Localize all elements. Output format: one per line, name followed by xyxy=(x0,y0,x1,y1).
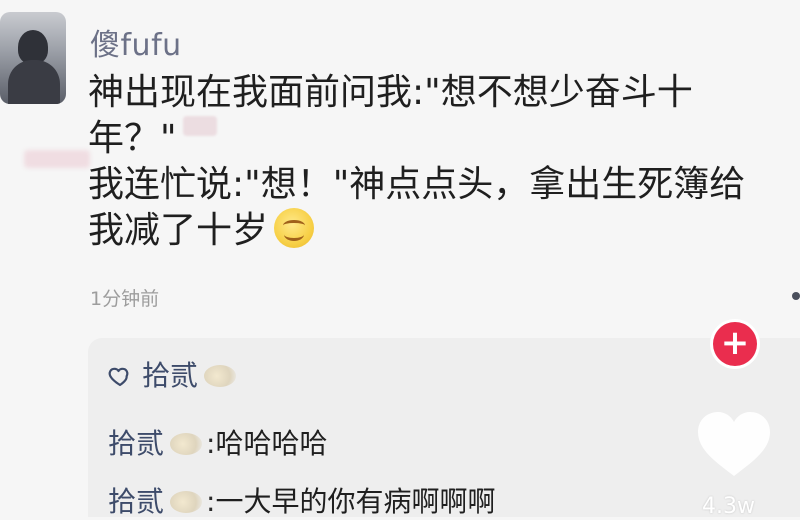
post-content-line-2: 年？" xyxy=(88,116,748,162)
post-content-line-1: 神出现在我面前问我:"想不想少奋斗十 xyxy=(88,72,693,113)
more-dot-icon[interactable] xyxy=(792,292,800,300)
reply-author[interactable]: 拾贰 xyxy=(108,485,164,518)
post-card: 傻fufu 神出现在我面前问我:"想不想少奋斗十 年？" 我连忙说:"想！"神点… xyxy=(0,0,800,520)
like-count: 4.3w xyxy=(702,494,755,519)
avatar-body xyxy=(8,60,60,104)
badge-icon xyxy=(170,433,203,455)
like-heart-icon[interactable] xyxy=(694,410,774,480)
badge-icon xyxy=(170,491,203,513)
reply-item[interactable]: 拾贰:哈哈哈哈 xyxy=(108,422,327,462)
post-content: 神出现在我面前问我:"想不想少奋斗十 年？" 我连忙说:"想！"神点点头，拿出生… xyxy=(88,70,748,254)
post-content-line-3: 我连忙说:"想！"神点点头，拿出生死簿给 xyxy=(88,164,746,205)
blurred-sticker xyxy=(182,116,217,136)
reply-text: 哈哈哈哈 xyxy=(215,427,328,460)
reply-author[interactable]: 拾贰 xyxy=(108,427,164,460)
username[interactable]: 傻fufu xyxy=(90,20,182,64)
add-button[interactable]: + xyxy=(713,322,757,366)
blurred-overlay xyxy=(24,150,90,168)
post-content-line-2-text: 年？" xyxy=(88,118,177,159)
reply-item[interactable]: 拾贰:一大早的你有病啊啊啊 xyxy=(108,480,495,520)
avatar-head xyxy=(18,30,48,64)
post-content-line-4: 我减了十岁 xyxy=(88,208,748,254)
heart-outline-icon xyxy=(108,367,129,387)
liked-by-row: 拾贰 xyxy=(108,354,237,394)
post-timestamp: 1分钟前 xyxy=(90,288,160,310)
liker-name[interactable]: 拾贰 xyxy=(142,359,198,392)
post-content-line-4-text: 我减了十岁 xyxy=(88,210,269,251)
smiling-face-icon xyxy=(274,208,315,248)
avatar[interactable] xyxy=(0,12,66,104)
badge-icon xyxy=(204,365,237,387)
reply-text: 一大早的你有病啊啊啊 xyxy=(215,485,496,518)
